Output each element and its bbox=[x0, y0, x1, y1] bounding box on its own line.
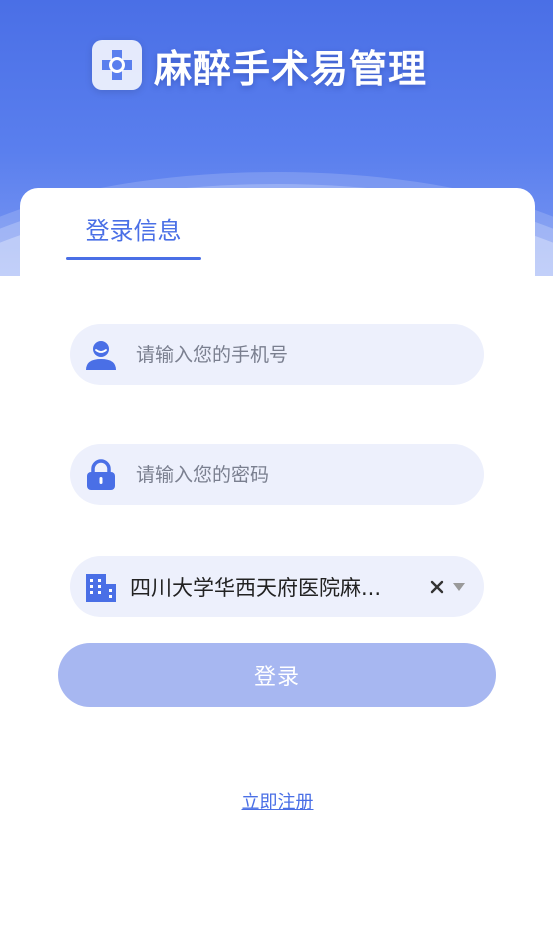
hospital-value: 四川大学华西天府医院麻... bbox=[130, 575, 382, 600]
hospital-select[interactable]: 四川大学华西天府医院麻... bbox=[70, 556, 484, 617]
login-button[interactable]: 登录 bbox=[58, 643, 496, 707]
medical-cross-icon bbox=[92, 40, 142, 90]
login-card: 登录信息 请输入您的手机号 四川大学华西天府医院麻... 登录 立即注册 bbox=[20, 188, 535, 952]
tab-label: 登录信息 bbox=[85, 217, 182, 245]
password-input[interactable] bbox=[134, 462, 458, 487]
phone-input[interactable] bbox=[134, 342, 458, 367]
phone-field[interactable] bbox=[70, 324, 484, 385]
tab-login-info[interactable]: 登录信息 bbox=[66, 214, 201, 260]
password-field[interactable] bbox=[70, 444, 484, 505]
app-title: 麻醉手术易管理 bbox=[154, 46, 428, 91]
clear-icon[interactable] bbox=[428, 578, 446, 596]
app-brand: 麻醉手术易管理 bbox=[92, 40, 428, 91]
tab-underline bbox=[66, 257, 201, 260]
user-icon bbox=[84, 338, 118, 372]
chevron-down-icon[interactable] bbox=[452, 580, 466, 594]
building-icon bbox=[84, 570, 118, 604]
lock-icon bbox=[84, 458, 118, 492]
register-link[interactable]: 立即注册 bbox=[20, 788, 535, 814]
